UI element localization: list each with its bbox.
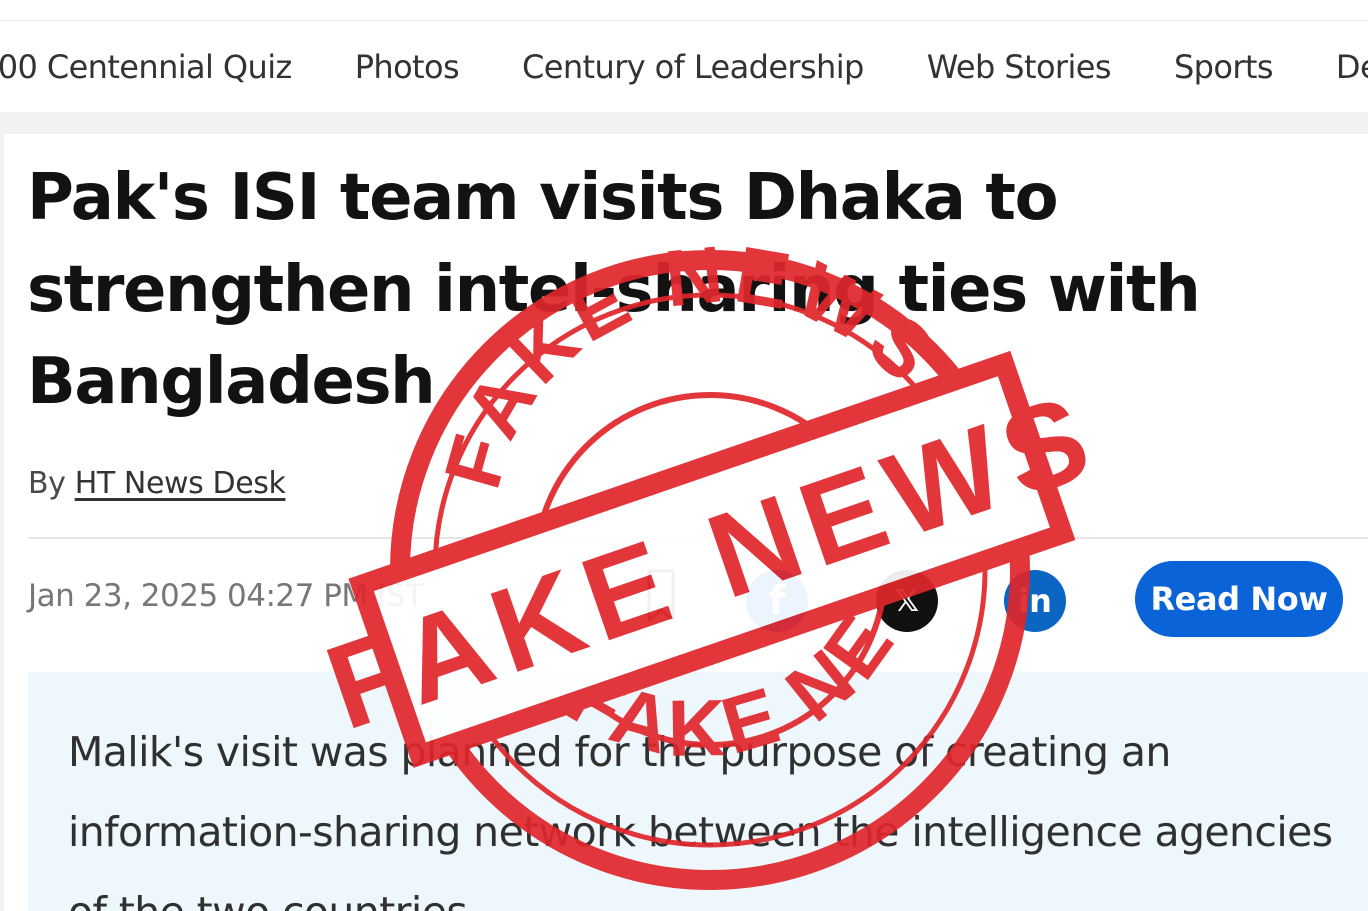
facebook-glyph: f (768, 578, 786, 624)
section-nav-track: 100 Centennial Quiz Photos Century of Le… (0, 21, 1368, 113)
byline: By HT News Desk (28, 466, 286, 501)
facebook-share-icon[interactable]: f (746, 570, 808, 632)
author-link[interactable]: HT News Desk (75, 466, 286, 501)
publish-date: Jan 23, 2025 04:27 PM IST (28, 578, 424, 614)
linkedin-share-icon[interactable]: in (1004, 570, 1066, 632)
section-nav: 100 Centennial Quiz Photos Century of Le… (0, 20, 1368, 113)
nav-item-photos[interactable]: Photos (355, 48, 460, 86)
headline-line-2: strengthen intel-sharing ties with (27, 253, 1201, 327)
article-summary-box: Malik's visit was planned for the purpos… (28, 672, 1368, 911)
article-summary-text: Malik's visit was planned for the purpos… (68, 728, 1333, 911)
x-share-icon[interactable]: 𝕏 (876, 570, 938, 632)
headline-line-1: Pak's ISI team visits Dhaka to (27, 161, 1059, 235)
top-gap (0, 0, 1368, 20)
linkedin-glyph: in (1018, 582, 1052, 620)
bookmark-icon[interactable] (646, 568, 676, 624)
nav-item-centennial-quiz[interactable]: 100 Centennial Quiz (0, 48, 292, 86)
nav-item-century-of-leadership[interactable]: Century of Leadership (522, 48, 864, 86)
nav-item-web-stories[interactable]: Web Stories (927, 48, 1112, 86)
nav-item-sports[interactable]: Sports (1174, 48, 1274, 86)
divider (28, 537, 1368, 539)
x-glyph: 𝕏 (894, 583, 920, 619)
nav-item-delhi[interactable]: Delhi (1336, 48, 1368, 86)
byline-prefix: By (28, 466, 66, 501)
headline-line-3: Bangladesh (27, 345, 436, 419)
article-headline: Pak's ISI team visits Dhaka to strengthe… (27, 152, 1337, 428)
read-now-button[interactable]: Read Now (1135, 561, 1343, 637)
